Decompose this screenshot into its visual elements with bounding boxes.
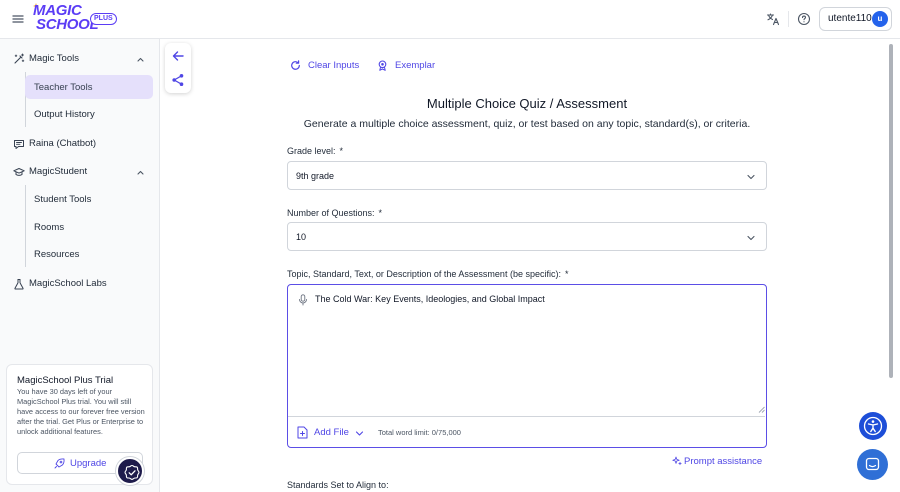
questions-label: Number of Questions: *	[287, 208, 382, 218]
flask-icon	[13, 278, 25, 290]
help-icon[interactable]	[797, 12, 811, 26]
accessibility-button[interactable]	[859, 412, 887, 440]
avatar: u	[872, 11, 888, 27]
microphone-icon[interactable]	[298, 294, 308, 306]
exemplar-label: Exemplar	[395, 60, 436, 71]
grade-level-label-text: Grade level:	[287, 146, 336, 156]
exemplar-button[interactable]: Exemplar	[377, 59, 447, 73]
header-divider	[788, 11, 789, 27]
share-icon[interactable]	[171, 73, 185, 87]
chevron-down-icon	[746, 233, 756, 243]
required-mark: *	[339, 146, 344, 156]
logo-line2: SCHOOL	[36, 16, 99, 33]
upgrade-label: Upgrade	[70, 458, 107, 469]
sidebar: Magic Tools Teacher Tools Output History…	[0, 39, 160, 492]
back-arrow-icon[interactable]	[171, 49, 185, 63]
page-title: Multiple Choice Quiz / Assessment	[426, 96, 628, 111]
add-file-label: Add File	[314, 427, 349, 438]
sidebar-item-raina[interactable]: Raina (Chatbot)	[0, 132, 160, 156]
sidebar-item-label: MagicSchool Labs	[29, 278, 107, 289]
prompt-assistance-label: Prompt assistance	[684, 456, 763, 467]
refresh-icon	[290, 60, 301, 71]
required-mark: *	[564, 269, 569, 279]
standards-label: Standards Set to Align to:	[287, 480, 389, 490]
sidebar-item-label: Magic Tools	[29, 53, 79, 64]
textarea-divider	[288, 416, 765, 417]
required-mark: *	[378, 208, 383, 218]
chevron-down-icon	[355, 429, 364, 438]
grade-level-select[interactable]: 9th grade	[287, 161, 767, 190]
topic-textarea[interactable]: The Cold War: Key Events, Ideologies, an…	[287, 284, 767, 448]
accessibility-icon	[863, 416, 883, 436]
translate-icon[interactable]	[766, 12, 780, 26]
sidebar-item-label: Raina (Chatbot)	[29, 138, 97, 149]
user-menu-button[interactable]: utente110 u	[819, 7, 892, 31]
sidebar-item-resources[interactable]: Resources	[25, 242, 153, 266]
topic-label: Topic, Standard, Text, or Description of…	[287, 269, 568, 279]
resize-handle[interactable]	[758, 406, 765, 413]
magicschool-logo[interactable]: MAGIC SCHOOL PLUS	[33, 3, 119, 33]
chevron-down-icon	[746, 172, 756, 182]
sidebar-item-rooms[interactable]: Rooms	[25, 215, 153, 239]
sidebar-item-label: Student Tools	[34, 194, 92, 205]
award-icon	[377, 60, 388, 71]
chevron-up-icon[interactable]	[136, 55, 145, 64]
page-subtitle: Generate a multiple choice assessment, q…	[303, 118, 751, 130]
scrollbar[interactable]	[889, 44, 893, 378]
magic-wand-icon	[13, 53, 25, 65]
badge-check-icon	[124, 464, 140, 480]
grade-level-label: Grade level: *	[287, 146, 343, 156]
sidebar-item-label: Teacher Tools	[34, 82, 93, 93]
questions-label-text: Number of Questions:	[287, 208, 375, 218]
sidebar-item-labs[interactable]: MagicSchool Labs	[0, 272, 160, 296]
chat-support-button[interactable]	[857, 449, 888, 480]
chat-icon	[865, 457, 880, 471]
trial-title: MagicSchool Plus Trial	[17, 375, 114, 386]
sidebar-item-magicstudent[interactable]: MagicStudent	[0, 160, 160, 184]
plus-badge: PLUS	[90, 13, 117, 25]
file-plus-icon	[297, 426, 308, 439]
sidebar-item-student-tools[interactable]: Student Tools	[25, 187, 153, 211]
top-bar: MAGIC SCHOOL PLUS utente110 u	[0, 0, 900, 39]
questions-value: 10	[296, 232, 307, 242]
menu-icon[interactable]	[11, 13, 25, 25]
grade-level-value: 9th grade	[296, 171, 335, 181]
chat-bubble-icon	[13, 138, 25, 150]
word-limit-counter: Total word limit: 0/75,000	[378, 428, 461, 437]
feedback-badge-button[interactable]	[116, 457, 144, 485]
sidebar-item-label: Rooms	[34, 222, 65, 233]
floating-toolbar	[165, 43, 191, 93]
graduation-cap-icon	[13, 166, 25, 178]
topic-label-text: Topic, Standard, Text, or Description of…	[287, 269, 561, 279]
clear-inputs-label: Clear Inputs	[308, 60, 360, 71]
sidebar-item-teacher-tools[interactable]: Teacher Tools	[25, 75, 153, 99]
chevron-up-icon[interactable]	[136, 168, 145, 177]
sidebar-item-magic-tools[interactable]: Magic Tools	[0, 47, 160, 71]
sidebar-item-label: Resources	[34, 249, 80, 260]
clear-inputs-button[interactable]: Clear Inputs	[290, 59, 370, 73]
trial-body: You have 30 days left of your MagicSchoo…	[17, 387, 145, 436]
topic-value: The Cold War: Key Events, Ideologies, an…	[315, 294, 545, 304]
sidebar-item-output-history[interactable]: Output History	[25, 102, 153, 126]
sparkles-icon	[672, 456, 682, 466]
username: utente110	[828, 13, 872, 24]
questions-select[interactable]: 10	[287, 222, 767, 251]
sidebar-item-label: MagicStudent	[29, 166, 88, 177]
sidebar-item-label: Output History	[34, 109, 95, 120]
rocket-icon	[54, 458, 65, 469]
